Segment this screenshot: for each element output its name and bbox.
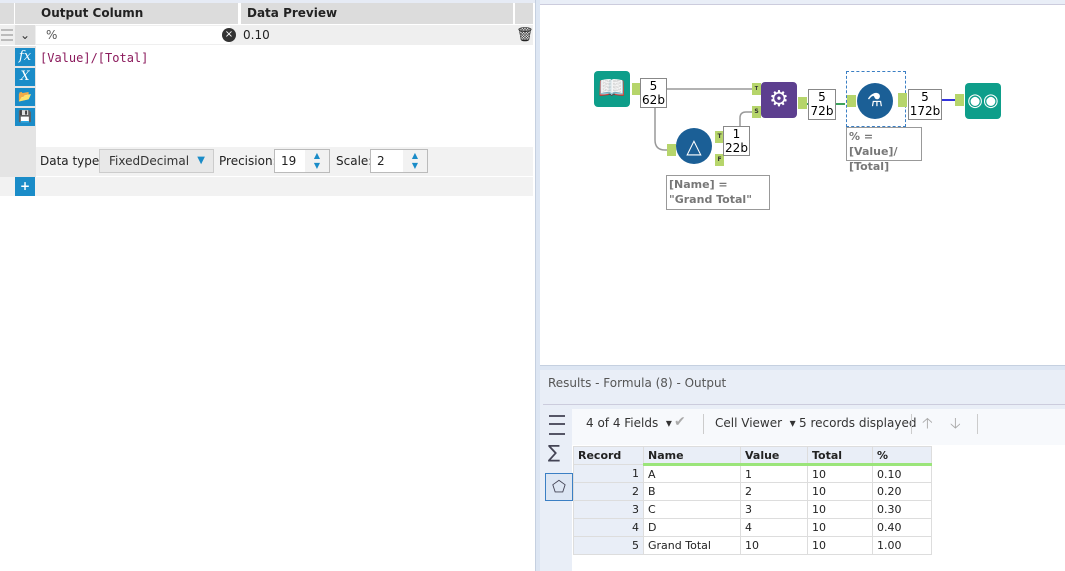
column-header[interactable]: Name xyxy=(643,446,741,466)
records-displayed: 5 records displayed xyxy=(799,416,917,430)
table-cell[interactable]: 4 xyxy=(573,518,644,537)
table-cell[interactable]: 3 xyxy=(740,500,808,519)
table-cell[interactable]: 0.30 xyxy=(872,500,932,519)
data-preview-header: Data Preview xyxy=(241,3,513,24)
collapse-chevron-icon[interactable]: ⌄ xyxy=(15,25,35,45)
table-cell[interactable]: Grand Total xyxy=(643,536,741,555)
table-row[interactable]: 2 B 2 10 0.20 xyxy=(573,482,932,501)
down-arrow-icon[interactable]: 🡣 xyxy=(950,413,961,438)
table-cell[interactable]: 0.10 xyxy=(872,464,932,483)
table-cell[interactable]: 1.00 xyxy=(872,536,932,555)
metadata-view-icon[interactable] xyxy=(549,415,565,435)
table-cell[interactable]: 2 xyxy=(740,482,808,501)
table-cell[interactable]: 5 xyxy=(573,536,644,555)
connections xyxy=(640,88,955,151)
record-count: 5 62b xyxy=(640,78,667,108)
save-icon[interactable]: 💾 xyxy=(15,108,35,126)
output-column-input[interactable]: % xyxy=(36,26,230,44)
record-count: 5 172b xyxy=(908,89,942,120)
formula-annotation: % = [Value]/ [Total] xyxy=(846,127,922,173)
output-column-header: Output Column xyxy=(35,3,238,24)
summary-sigma-icon[interactable]: ∑ xyxy=(548,442,560,463)
filter-annotation: [Name] = "Grand Total" xyxy=(666,175,770,210)
filter-tool[interactable]: △ xyxy=(676,128,712,164)
column-header[interactable]: Value xyxy=(740,446,808,466)
source-anchor[interactable]: S xyxy=(752,106,761,118)
variable-icon[interactable]: X xyxy=(15,68,35,86)
workflow-canvas[interactable]: 📖 5 62b △ T F 1 22b [Name] = "Grand Total"… xyxy=(540,0,1065,365)
browse-tool-binoculars[interactable]: ◉◉ xyxy=(965,83,1001,119)
table-cell[interactable]: D xyxy=(643,518,741,537)
input-data-tool[interactable]: 📖 xyxy=(594,71,630,107)
table-cell[interactable]: 3 xyxy=(573,500,644,519)
trash-icon[interactable]: 🗑 xyxy=(516,27,534,43)
formula-config-panel: Output Column Data Preview ⌄ % × 0.10 🗑 … xyxy=(0,0,535,571)
fx-icon[interactable]: fx xyxy=(15,48,35,66)
column-header[interactable]: Record xyxy=(573,446,644,465)
data-type-select[interactable]: FixedDecimal ▼ xyxy=(99,149,214,173)
precision-stepper[interactable]: 19 ▲ ▼ xyxy=(274,149,330,173)
cell-viewer-dropdown[interactable]: Cell Viewer ▾ xyxy=(715,416,796,430)
table-cell[interactable]: 4 xyxy=(740,518,808,537)
table-row[interactable]: 5 Grand Total 10 10 1.00 xyxy=(573,536,932,555)
table-cell[interactable]: 1 xyxy=(573,464,644,483)
data-view-icon[interactable]: ⬠ xyxy=(545,473,573,501)
open-folder-icon[interactable]: 📂 xyxy=(15,88,35,106)
table-row[interactable]: 1 A 1 10 0.10 xyxy=(573,464,932,483)
scale-label: Scale: xyxy=(336,154,373,168)
formula-tool[interactable]: ⚗ xyxy=(857,83,893,119)
precision-label: Precision: xyxy=(219,154,277,168)
record-count: 1 22b xyxy=(723,126,750,156)
fields-dropdown[interactable]: 4 of 4 Fields ▾ xyxy=(586,416,672,430)
table-cell[interactable]: 0.20 xyxy=(872,482,932,501)
table-cell[interactable]: 0.40 xyxy=(872,518,932,537)
add-field-button[interactable]: + xyxy=(15,177,35,196)
data-type-label: Data type: xyxy=(40,154,104,168)
drag-handle-icon[interactable] xyxy=(1,29,13,41)
table-cell[interactable]: 10 xyxy=(740,536,808,555)
table-cell[interactable]: 10 xyxy=(807,482,873,501)
column-header[interactable]: Total xyxy=(807,446,873,466)
clear-icon[interactable]: × xyxy=(222,28,236,42)
up-arrow-icon[interactable]: 🡡 xyxy=(922,413,933,438)
table-cell[interactable]: 10 xyxy=(807,518,873,537)
expression-editor[interactable]: [Value]/[Total] xyxy=(36,46,533,147)
column-header[interactable]: % xyxy=(872,446,932,466)
table-cell[interactable]: 10 xyxy=(807,464,873,483)
table-row[interactable]: 4 D 4 10 0.40 xyxy=(573,518,932,537)
results-title: Results - Formula (8) - Output xyxy=(548,376,727,390)
table-cell[interactable]: A xyxy=(643,464,741,483)
results-table: Record Name Value Total % 1 A 1 10 0.10 2 B 2 10… xyxy=(573,446,932,555)
table-cell[interactable]: 10 xyxy=(807,536,873,555)
table-cell[interactable]: 1 xyxy=(740,464,808,483)
table-cell[interactable]: 10 xyxy=(807,500,873,519)
table-header-row: Record Name Value Total % xyxy=(573,446,932,466)
dropdown-arrow-icon: ▼ xyxy=(197,155,205,166)
data-preview-value: 0.10 xyxy=(243,28,270,42)
record-count: 5 72b xyxy=(808,89,836,120)
append-fields-tool[interactable]: ⚙ xyxy=(761,82,797,118)
table-cell[interactable]: C xyxy=(643,500,741,519)
table-row[interactable]: 3 C 3 10 0.30 xyxy=(573,500,932,519)
scale-stepper[interactable]: 2 ▲ ▼ xyxy=(370,149,428,173)
table-cell[interactable]: 2 xyxy=(573,482,644,501)
apply-check-icon[interactable]: ✔ xyxy=(674,414,686,430)
table-cell[interactable]: B xyxy=(643,482,741,501)
